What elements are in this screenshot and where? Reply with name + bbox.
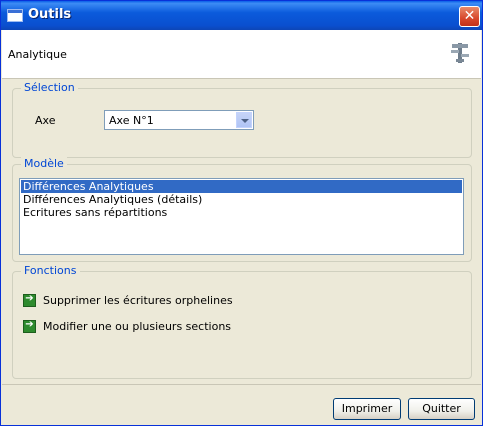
- action-label[interactable]: Supprimer les écritures orphelines: [43, 294, 233, 307]
- window-icon: [7, 9, 23, 22]
- green-arrow-icon: [23, 319, 36, 333]
- modele-legend: Modèle: [21, 157, 67, 170]
- close-icon: ✕: [463, 8, 476, 24]
- green-arrow-icon: [23, 293, 36, 307]
- title-bar[interactable]: Outils ✕: [1, 1, 482, 30]
- header-label: Analytique: [8, 48, 67, 61]
- print-button[interactable]: Imprimer: [333, 398, 401, 420]
- axe-select-value: Axe N°1: [109, 114, 154, 127]
- outils-window: Outils ✕ Analytique Sélection Axe Axe N°…: [0, 0, 483, 426]
- selection-group: Sélection Axe Axe N°1: [12, 81, 472, 158]
- modele-listbox[interactable]: Différences Analytiques Différences Anal…: [19, 178, 464, 255]
- list-item[interactable]: Différences Analytiques: [21, 180, 462, 193]
- axe-label: Axe: [35, 114, 56, 127]
- fonctions-legend: Fonctions: [21, 264, 80, 277]
- action-label[interactable]: Modifier une ou plusieurs sections: [43, 320, 231, 333]
- quit-button[interactable]: Quitter: [408, 398, 475, 420]
- axe-select[interactable]: Axe N°1: [104, 110, 254, 130]
- footer-bar: Imprimer Quitter: [2, 384, 481, 426]
- fonctions-group: Fonctions Supprimer les écritures orphel…: [12, 264, 472, 379]
- tools-icon: [451, 43, 469, 63]
- chevron-down-icon[interactable]: [236, 112, 252, 128]
- window-title: Outils: [28, 7, 72, 22]
- list-item[interactable]: Différences Analytiques (détails): [21, 193, 462, 206]
- header-band: Analytique: [2, 30, 481, 79]
- list-item[interactable]: Ecritures sans répartitions: [21, 206, 462, 219]
- selection-legend: Sélection: [21, 81, 78, 94]
- close-button[interactable]: ✕: [459, 6, 480, 27]
- modele-group: Modèle Différences Analytiques Différenc…: [12, 157, 472, 262]
